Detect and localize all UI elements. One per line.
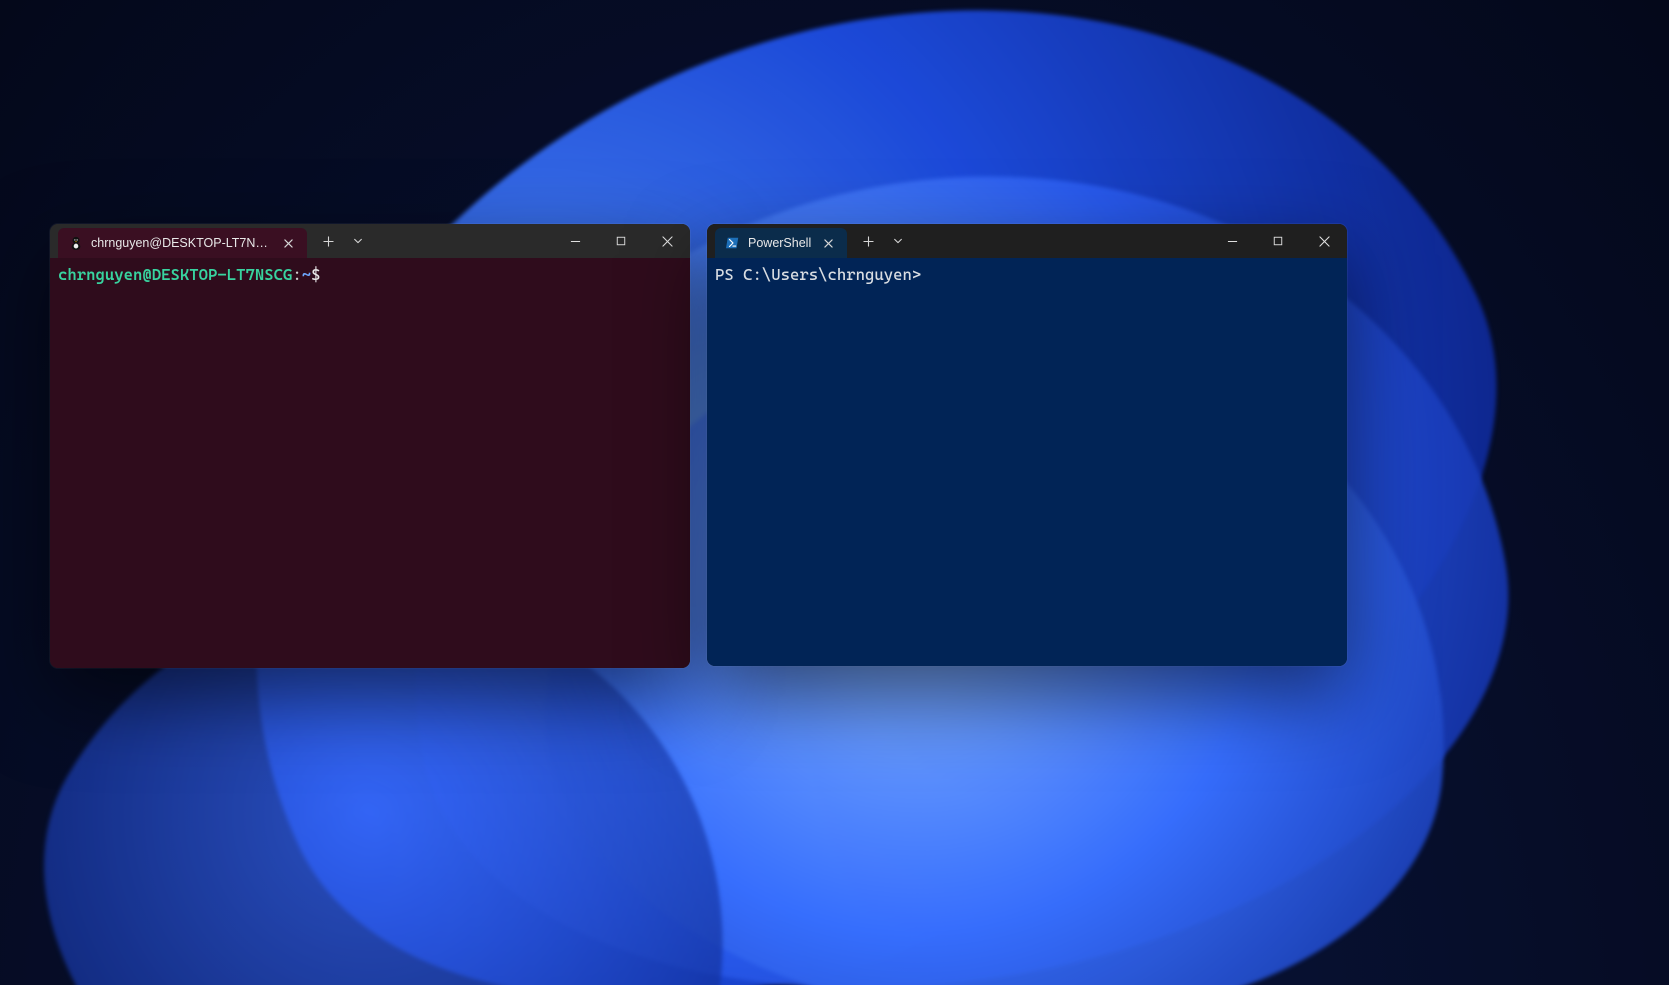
close-icon [1319, 236, 1330, 247]
close-button[interactable] [644, 224, 690, 258]
terminal-window-powershell[interactable]: PowerShell PS [707, 224, 1347, 666]
tab-title: chrnguyen@DESKTOP-LT7NSCG: ~ [91, 236, 271, 250]
prompt-sigil: $ [311, 265, 320, 284]
tab-dropdown-button[interactable] [885, 224, 911, 258]
tab-dropdown-button[interactable] [345, 224, 371, 258]
tab-strip: chrnguyen@DESKTOP-LT7NSCG: ~ [50, 224, 307, 258]
maximize-button[interactable] [598, 224, 644, 258]
plus-icon [323, 236, 334, 247]
powershell-prompt: PS C:\Users\chrnguyen> [715, 265, 921, 284]
tab-tools [307, 224, 371, 258]
tab-strip: PowerShell [707, 224, 847, 258]
minimize-button[interactable] [1209, 224, 1255, 258]
tab-active[interactable]: chrnguyen@DESKTOP-LT7NSCG: ~ [58, 228, 307, 258]
window-controls [552, 224, 690, 258]
plus-icon [863, 236, 874, 247]
maximize-button[interactable] [1255, 224, 1301, 258]
terminal-viewport[interactable]: chrnguyen@DESKTOP-LT7NSCG:~$ [50, 258, 690, 668]
tab-close-button[interactable] [819, 234, 837, 252]
close-icon [662, 236, 673, 247]
maximize-icon [1273, 236, 1283, 246]
new-tab-button[interactable] [851, 224, 885, 258]
close-button[interactable] [1301, 224, 1347, 258]
minimize-button[interactable] [552, 224, 598, 258]
minimize-icon [570, 236, 581, 247]
chevron-down-icon [893, 236, 903, 246]
tab-tools [847, 224, 911, 258]
prompt-user-host: chrnguyen@DESKTOP-LT7NSCG [58, 265, 292, 284]
minimize-icon [1227, 236, 1238, 247]
new-tab-button[interactable] [311, 224, 345, 258]
terminal-viewport[interactable]: PS C:\Users\chrnguyen> [707, 258, 1347, 666]
tux-icon [68, 236, 83, 251]
prompt-separator: : [292, 265, 301, 284]
tab-close-button[interactable] [279, 234, 297, 252]
titlebar[interactable]: PowerShell [707, 224, 1347, 258]
titlebar[interactable]: chrnguyen@DESKTOP-LT7NSCG: ~ [50, 224, 690, 258]
terminal-window-linux[interactable]: chrnguyen@DESKTOP-LT7NSCG: ~ [50, 224, 690, 668]
titlebar-drag-region[interactable] [371, 224, 552, 258]
tab-active[interactable]: PowerShell [715, 228, 847, 258]
maximize-icon [616, 236, 626, 246]
window-controls [1209, 224, 1347, 258]
titlebar-drag-region[interactable] [911, 224, 1209, 258]
chevron-down-icon [353, 236, 363, 246]
prompt-path: ~ [302, 265, 311, 284]
tab-title: PowerShell [748, 236, 811, 250]
powershell-icon [725, 236, 740, 251]
